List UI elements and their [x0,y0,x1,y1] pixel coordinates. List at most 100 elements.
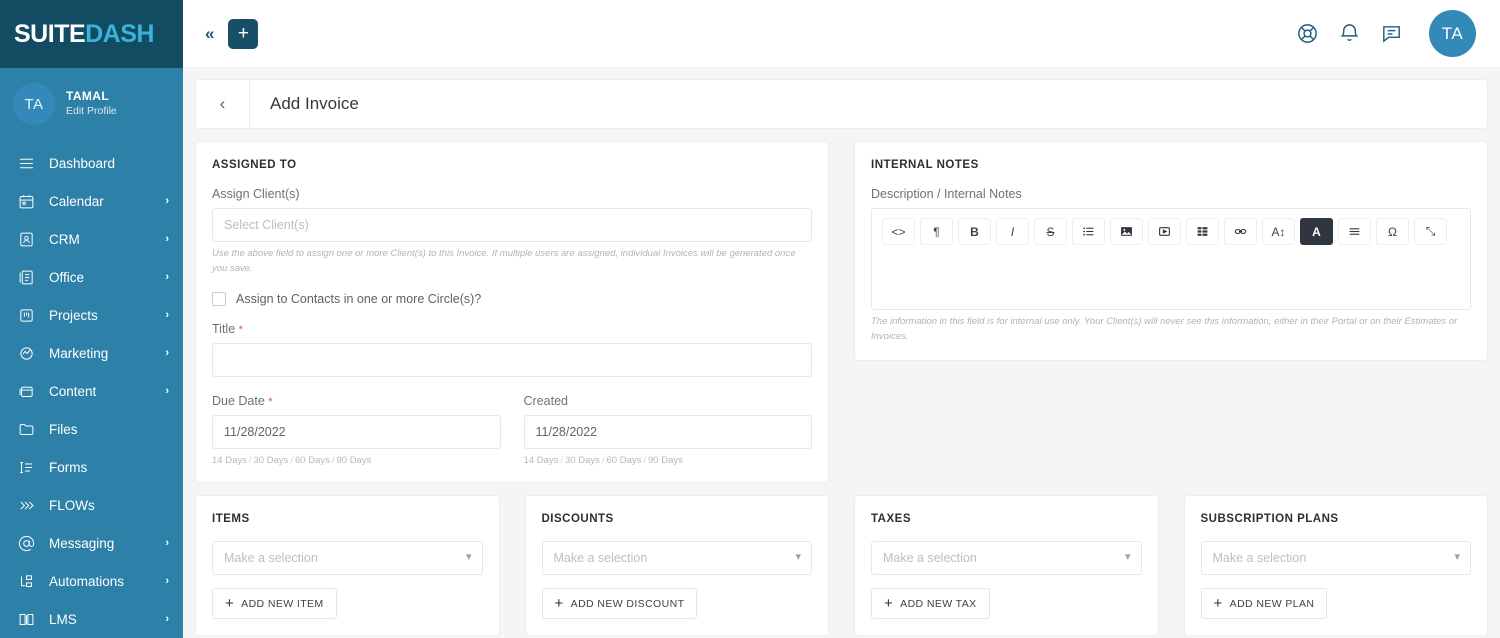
sidebar-item-forms[interactable]: Forms [0,448,183,486]
due-date-link-14[interactable]: 14 Days [212,455,247,466]
bell-icon[interactable] [1338,22,1361,45]
sidebar: SUITEDASH TA TAMAL Edit Profile Dashboar… [0,0,183,638]
add-new-tax-label: ADD NEW TAX [900,597,977,610]
sidebar-item-dashboard[interactable]: Dashboard [0,144,183,182]
created-link-14[interactable]: 14 Days [524,455,559,466]
sidebar-item-files[interactable]: Files [0,410,183,448]
page-title: Add Invoice [270,94,359,113]
table-icon[interactable] [1186,218,1219,245]
sidebar-item-content[interactable]: Content › [0,372,183,410]
page-header: ‹ Add Invoice [195,79,1488,129]
assign-circles-row[interactable]: Assign to Contacts in one or more Circle… [212,292,812,307]
due-date-link-30[interactable]: 30 Days [254,455,289,466]
rich-text-editor: <> ¶ B I S A↕ A Ω ⤡ [871,208,1471,310]
sidebar-profile-name: TAMAL [66,89,110,104]
internal-notes-help: The information in this field is for int… [871,316,1458,342]
align-icon[interactable] [1338,218,1371,245]
strikethrough-icon[interactable]: S [1034,218,1067,245]
sidebar-label-lms: LMS [49,611,77,627]
created-link-60[interactable]: 60 Days [607,455,642,466]
plans-select-wrap: ▾ [1200,541,1471,576]
sidebar-item-crm[interactable]: CRM › [0,220,183,258]
sidebar-item-marketing[interactable]: Marketing › [0,334,183,372]
due-date-link-60[interactable]: 60 Days [295,455,330,466]
items-card: ITEMS ▾ + ADD NEW ITEM [195,495,500,637]
sidebar-item-flows[interactable]: FLOWs [0,486,183,524]
add-new-plan-button[interactable]: + ADD NEW PLAN [1200,588,1328,620]
sidebar-edit-profile-link[interactable]: Edit Profile [66,105,117,119]
title-required-marker: * [238,324,243,337]
sidebar-avatar: TA [13,83,55,125]
add-new-item-button[interactable]: + ADD NEW ITEM [212,588,337,620]
due-date-quick-links: 14 Days/30 Days/60 Days/90 Days [212,455,501,466]
due-date-link-90[interactable]: 90 Days [337,455,372,466]
at-sign-icon [17,534,36,553]
items-select[interactable] [212,541,483,576]
user-avatar[interactable]: TA [1429,10,1476,57]
sidebar-item-messaging[interactable]: Messaging › [0,524,183,562]
created-date-quick-links: 14 Days/30 Days/60 Days/90 Days [524,455,813,466]
paragraph-icon[interactable]: ¶ [920,218,953,245]
link-icon[interactable] [1224,218,1257,245]
sidebar-item-office[interactable]: Office › [0,258,183,296]
sidebar-caret-marketing: › [165,347,169,359]
created-link-90[interactable]: 90 Days [648,455,683,466]
assign-circles-checkbox[interactable] [212,292,226,307]
add-new-tax-button[interactable]: + ADD NEW TAX [871,588,990,620]
editor-toolbar: <> ¶ B I S A↕ A Ω ⤡ [872,209,1470,254]
projects-board-icon [17,306,36,325]
sidebar-item-automations[interactable]: Automations › [0,562,183,600]
subscription-plans-card: SUBSCRIPTION PLANS ▾ + ADD NEW PLAN [1183,495,1488,637]
folder-icon [17,420,36,439]
taxes-select[interactable] [871,541,1142,576]
sidebar-caret-crm: › [165,233,169,245]
created-date-input[interactable] [523,415,812,450]
due-date-input[interactable] [212,415,501,450]
special-character-icon[interactable]: Ω [1376,218,1409,245]
topbar: « + TA [183,0,1500,68]
sidebar-caret-messaging: › [165,537,169,549]
add-new-discount-button[interactable]: + ADD NEW DISCOUNT [541,588,698,620]
title-label: Title * [212,322,812,336]
fullscreen-icon[interactable]: ⤡ [1414,218,1447,245]
discounts-select[interactable] [541,541,812,576]
sidebar-label-marketing: Marketing [49,345,109,361]
life-ring-icon[interactable] [1296,22,1319,45]
quick-add-button[interactable]: + [228,18,259,49]
main-area: « + TA ‹ Add Invoice ASSIGNED TO Assign … [183,0,1500,638]
bullet-list-icon[interactable] [1072,218,1105,245]
sidebar-caret-automations: › [165,575,169,587]
sidebar-profile[interactable]: TA TAMAL Edit Profile [0,68,183,140]
editor-content-area[interactable] [872,254,1470,309]
image-icon[interactable] [1110,218,1143,245]
sidebar-label-files: Files [49,421,78,437]
title-input[interactable] [212,343,812,378]
sidebar-label-content: Content [49,383,97,399]
sidebar-caret-lms: › [165,613,169,625]
sidebar-label-dashboard: Dashboard [49,155,116,171]
plus-icon: + [1213,595,1223,613]
logo-area[interactable]: SUITEDASH [0,0,183,68]
due-date-required-marker: * [268,396,273,409]
back-button[interactable]: ‹ [196,80,250,128]
sidebar-item-projects[interactable]: Projects › [0,296,183,334]
bold-icon[interactable]: B [958,218,991,245]
created-link-30[interactable]: 30 Days [565,455,600,466]
sep4: / [560,455,563,467]
content-window-icon [17,382,36,401]
code-icon[interactable]: <> [882,218,915,245]
dates-row: Due Date * 14 Days/30 Days/60 Days/90 Da… [212,394,812,466]
text-color-icon[interactable]: A [1300,218,1333,245]
sidebar-collapse-button[interactable]: « [197,21,222,46]
due-date-label-text: Due Date [212,394,265,409]
sidebar-item-lms[interactable]: LMS › [0,600,183,638]
font-size-icon[interactable]: A↕ [1262,218,1295,245]
sidebar-item-calendar[interactable]: Calendar › [0,182,183,220]
assign-clients-input[interactable] [212,208,812,242]
assign-clients-label: Assign Client(s) [212,187,300,201]
video-icon[interactable] [1148,218,1181,245]
chat-icon[interactable] [1380,22,1403,45]
italic-icon[interactable]: I [996,218,1029,245]
sidebar-caret-projects: › [165,309,169,321]
plans-select[interactable] [1200,541,1471,576]
